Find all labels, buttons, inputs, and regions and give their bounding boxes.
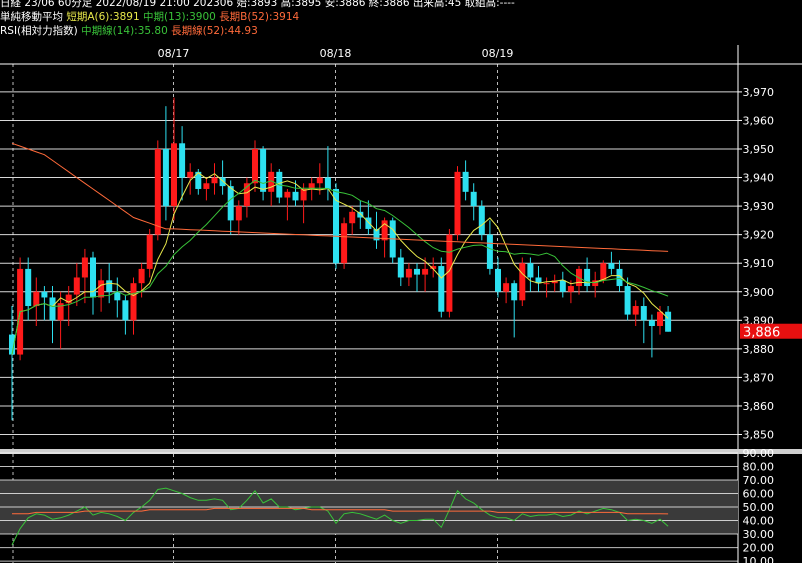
candle-body[interactable] [114,291,121,301]
candle-body[interactable] [486,234,493,269]
candle-body[interactable] [81,257,88,278]
candle-body[interactable] [624,286,631,315]
price-tick-label: 3,850 [743,429,775,442]
price-tick-label: 3,960 [743,114,775,127]
candle-body[interactable] [260,149,267,192]
candle-body[interactable] [106,280,113,292]
candle-body[interactable] [559,280,566,292]
candle-body[interactable] [414,268,420,275]
price-tick-label: 3,860 [743,400,775,413]
candle-body[interactable] [146,234,153,269]
price-tick-label: 3,880 [743,343,775,356]
candle-body[interactable] [600,263,607,281]
rsi-tick-label: 30.00 [743,528,775,541]
candle-body[interactable] [252,149,258,184]
candle-body[interactable] [235,206,242,221]
candle-body[interactable] [519,263,526,301]
date-label: 08/17 [158,47,190,60]
candle-body[interactable] [211,177,218,184]
candle-body[interactable] [49,297,56,321]
candle-body[interactable] [187,171,194,178]
candle-body[interactable] [470,191,477,207]
candle-body[interactable] [341,223,348,264]
candle-body[interactable] [608,263,615,269]
candle-body[interactable] [478,206,485,235]
candle-body[interactable] [98,280,105,298]
candle-body[interactable] [130,283,137,321]
candle-body[interactable] [122,300,129,321]
rsi-tick-label: 40.00 [743,515,775,528]
candle-body[interactable] [405,268,412,278]
price-tick-label: 3,970 [743,86,775,99]
candle-body[interactable] [648,320,655,327]
candle-body[interactable] [462,171,469,192]
candle-body[interactable] [203,183,210,189]
price-tick-label: 3,920 [743,229,775,242]
price-tick-label: 3,950 [743,143,775,156]
moving-average-line [11,142,669,252]
candle-body[interactable] [292,191,299,201]
candle-body[interactable] [495,268,501,292]
price-tick-label: 3,930 [743,200,775,213]
candle-body[interactable] [511,283,518,301]
candle-body[interactable] [640,306,647,321]
candle-body[interactable] [138,268,145,284]
price-tick-label: 3,870 [743,371,775,384]
date-label: 08/18 [320,47,352,60]
candle-body[interactable] [227,186,234,221]
price-tick-label: 3,940 [743,172,775,185]
candle-body[interactable] [284,191,291,198]
candle-body[interactable] [438,266,445,312]
rsi-tick-label: 70.00 [743,474,775,487]
last-price-label: 3,886 [743,326,780,341]
candle-body[interactable] [179,143,186,178]
candle-body[interactable] [665,311,672,332]
candle-body[interactable] [25,268,32,307]
rsi-tick-label: 10.00 [743,555,775,563]
rsi-tick-label: 20.00 [743,542,775,555]
candle-body[interactable] [316,177,323,184]
candle-body[interactable] [171,143,177,207]
rsi-tick-label: 50.00 [743,501,775,514]
candle-body[interactable] [324,177,331,189]
candle-body[interactable] [162,149,169,207]
date-label: 08/19 [482,47,514,60]
candle-body[interactable] [584,268,591,287]
candle-body[interactable] [632,306,639,315]
rsi-tick-label: 90.00 [743,447,775,460]
candle-body[interactable] [397,257,404,278]
price-tick-label: 3,910 [743,257,775,270]
candle-body[interactable] [454,171,461,235]
candle-body[interactable] [567,286,574,292]
rsi-tick-label: 80.00 [743,461,775,474]
price-chart[interactable]: 08/17 08/18 08/19 3,8503,8603,8703,8803,89… [0,0,802,563]
candle-body[interactable] [41,291,48,298]
candle-body[interactable] [657,311,663,327]
candle-body[interactable] [73,277,80,295]
candle-body[interactable] [422,268,429,275]
candle-body[interactable] [527,263,534,278]
candle-body[interactable] [33,291,40,307]
candle-body[interactable] [543,283,550,285]
rsi-tick-label: 60.00 [743,488,775,501]
candle-body[interactable] [503,283,510,292]
candle-body[interactable] [154,149,161,235]
price-tick-label: 3,900 [743,286,775,299]
candle-body[interactable] [349,211,356,224]
candle-body[interactable] [365,217,372,229]
